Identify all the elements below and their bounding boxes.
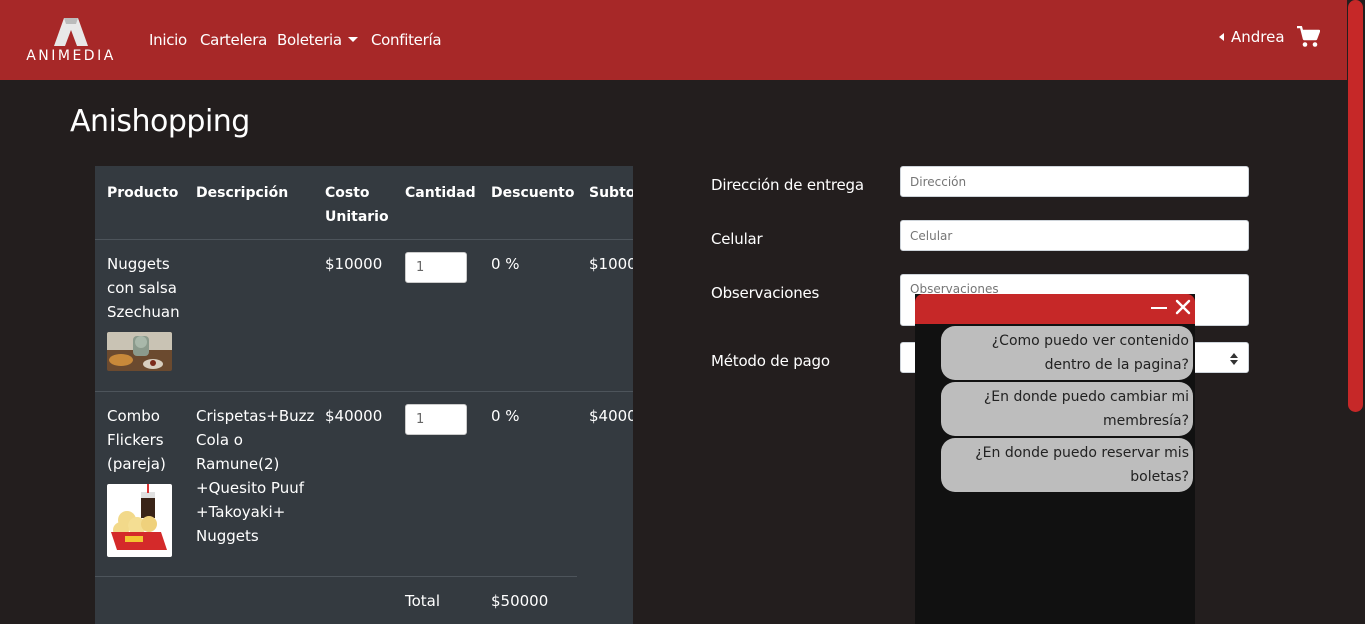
total-value: $50000 [491,592,549,610]
table-header-descripcion: Descripción [196,185,289,201]
table-header-subtotal: Subtotal [589,185,633,201]
row1-subtotal: $10000 [589,255,633,273]
row2-description: Crispetas+Buzz Cola o Ramune(2) +Quesito… [196,407,315,545]
cart-table: Producto Descripción Costo Unitario Cant… [95,166,633,624]
logo-text: ANIMEDIA [26,48,116,64]
chat-header [915,294,1195,324]
row-divider [95,391,633,392]
chat-suggestion-1[interactable]: ¿Como puedo ver contenido dentro de la p… [941,326,1193,380]
row2-subtotal: $40000 [589,407,633,425]
row1-quantity-input[interactable]: 1 [405,252,467,283]
phone-input[interactable] [900,220,1249,251]
row2-unit-cost: $40000 [325,407,383,425]
payment-label: Método de pago [711,352,830,370]
row1-product: Nuggets con salsa Szechuan [107,255,180,321]
combo-thumbnail [107,484,172,557]
chat-suggestion-3[interactable]: ¿En donde puedo reservar mis boletas? [941,438,1193,492]
table-header-descuento: Descuento [491,185,575,201]
page-title: Anishopping [70,104,250,139]
user-menu[interactable]: Andrea [1219,28,1285,46]
user-name: Andrea [1231,28,1285,46]
nav-link-confiteria[interactable]: Confitería [371,31,442,49]
nuggets-thumbnail [107,332,172,371]
table-header-costo: Costo Unitario [325,185,389,225]
combo-image [107,484,172,557]
total-label: Total [405,592,441,610]
caret-left-icon [1219,33,1224,41]
address-input[interactable] [900,166,1249,197]
table-header-producto: Producto [107,185,179,201]
nav-dropdown-boleteria[interactable]: Boleteria [277,31,358,49]
nav-link-inicio[interactable]: Inicio [149,31,187,49]
notes-label: Observaciones [711,284,820,302]
row-divider [95,239,633,240]
row1-unit-cost: $10000 [325,255,383,273]
row1-discount: 0 % [491,255,520,273]
row2-product: Combo Flickers (pareja) [107,407,166,473]
minimize-icon[interactable] [1151,307,1167,309]
scrollbar-thumb[interactable] [1348,0,1363,412]
logo-mark-icon [54,18,88,46]
top-navbar: ANIMEDIA Inicio Cartelera Boleteria Conf… [0,0,1347,80]
table-header-cantidad: Cantidad [405,185,476,201]
nav-link-cartelera[interactable]: Cartelera [200,31,267,49]
row-divider [95,576,577,577]
shopping-cart-icon[interactable] [1296,26,1320,48]
row2-discount: 0 % [491,407,520,425]
address-label: Dirección de entrega [711,176,864,194]
brand-logo[interactable]: ANIMEDIA [22,18,120,66]
phone-label: Celular [711,230,763,248]
caret-down-icon [347,37,358,42]
nuggets-image [107,332,172,371]
close-icon[interactable] [1174,298,1192,316]
chat-suggestion-2[interactable]: ¿En donde puedo cambiar mi membresía? [941,382,1193,436]
chat-widget: ¿Como puedo ver contenido dentro de la p… [915,294,1195,624]
nav-dropdown-label: Boleteria [277,31,342,49]
select-arrows-icon [1230,353,1238,365]
row2-quantity-input[interactable]: 1 [405,404,467,435]
